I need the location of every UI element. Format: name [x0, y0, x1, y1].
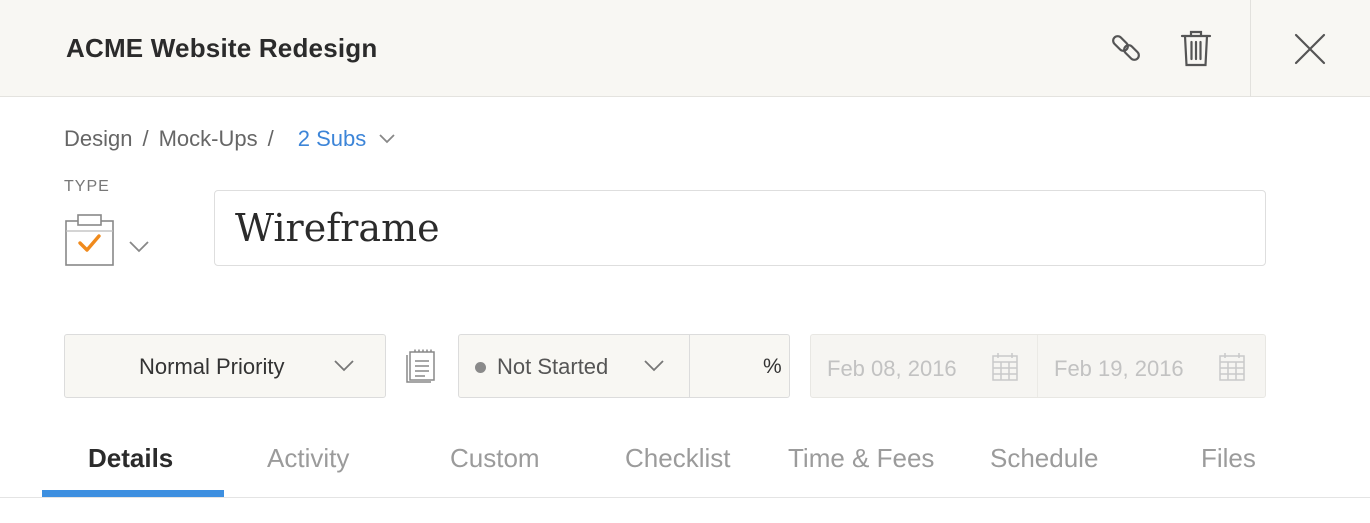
- task-clipboard-icon: [65, 214, 114, 266]
- status-value: Not Started: [497, 354, 609, 379]
- priority-dropdown[interactable]: Normal Priority: [64, 334, 386, 398]
- date-range: Feb 08, 2016 Feb 19, 2016: [810, 334, 1266, 398]
- breadcrumb-item-mockups[interactable]: Mock-Ups: [159, 126, 258, 152]
- status-dot: [475, 362, 486, 373]
- breadcrumb-separator: /: [267, 126, 274, 151]
- type-label: TYPE: [64, 178, 110, 195]
- chevron-down-icon: [644, 360, 664, 372]
- tab-schedule[interactable]: Schedule: [990, 443, 1098, 474]
- breadcrumb-separator: /: [142, 126, 149, 151]
- trash-icon[interactable]: [1176, 26, 1216, 70]
- header-divider: [1250, 0, 1251, 97]
- tab-activity[interactable]: Activity: [267, 443, 349, 474]
- close-icon[interactable]: [1288, 27, 1332, 71]
- notes-icon[interactable]: [405, 349, 439, 383]
- chevron-down-icon: [129, 241, 149, 253]
- end-date-value: Feb 19, 2016: [1054, 356, 1184, 381]
- calendar-icon: [1219, 353, 1245, 381]
- tab-files[interactable]: Files: [1201, 443, 1256, 474]
- project-title: ACME Website Redesign: [66, 33, 378, 63]
- subs-label: 2 Subs: [297, 126, 367, 151]
- field-divider: [689, 335, 690, 397]
- chevron-down-icon: [379, 134, 395, 144]
- tab-custom[interactable]: Custom: [450, 443, 540, 474]
- breadcrumb: Design / Mock-Ups / 2 Subs: [64, 126, 396, 152]
- type-selector[interactable]: [64, 212, 156, 270]
- breadcrumb-item-design[interactable]: Design: [64, 126, 132, 152]
- chevron-down-icon: [334, 360, 354, 372]
- status-group: Not Started %: [458, 334, 790, 398]
- end-date-field[interactable]: Feb 19, 2016: [1037, 335, 1263, 397]
- calendar-icon: [992, 353, 1018, 381]
- task-name-input[interactable]: [214, 190, 1266, 266]
- tab-checklist[interactable]: Checklist: [625, 443, 730, 474]
- priority-value: Normal Priority: [139, 354, 285, 379]
- start-date-field[interactable]: Feb 08, 2016: [811, 335, 1037, 397]
- tab-details[interactable]: Details: [88, 443, 173, 474]
- start-date-value: Feb 08, 2016: [827, 356, 957, 381]
- tabs-border: [0, 497, 1370, 498]
- subs-dropdown[interactable]: 2 Subs: [298, 126, 397, 152]
- link-icon[interactable]: [1106, 28, 1146, 68]
- tab-time-fees[interactable]: Time & Fees: [788, 443, 934, 474]
- percent-symbol: %: [763, 355, 782, 378]
- tab-bar: Details Activity Custom Checklist Time &…: [0, 430, 1370, 498]
- modal-header: ACME Website Redesign: [0, 0, 1370, 97]
- percent-complete-input[interactable]: [691, 335, 755, 397]
